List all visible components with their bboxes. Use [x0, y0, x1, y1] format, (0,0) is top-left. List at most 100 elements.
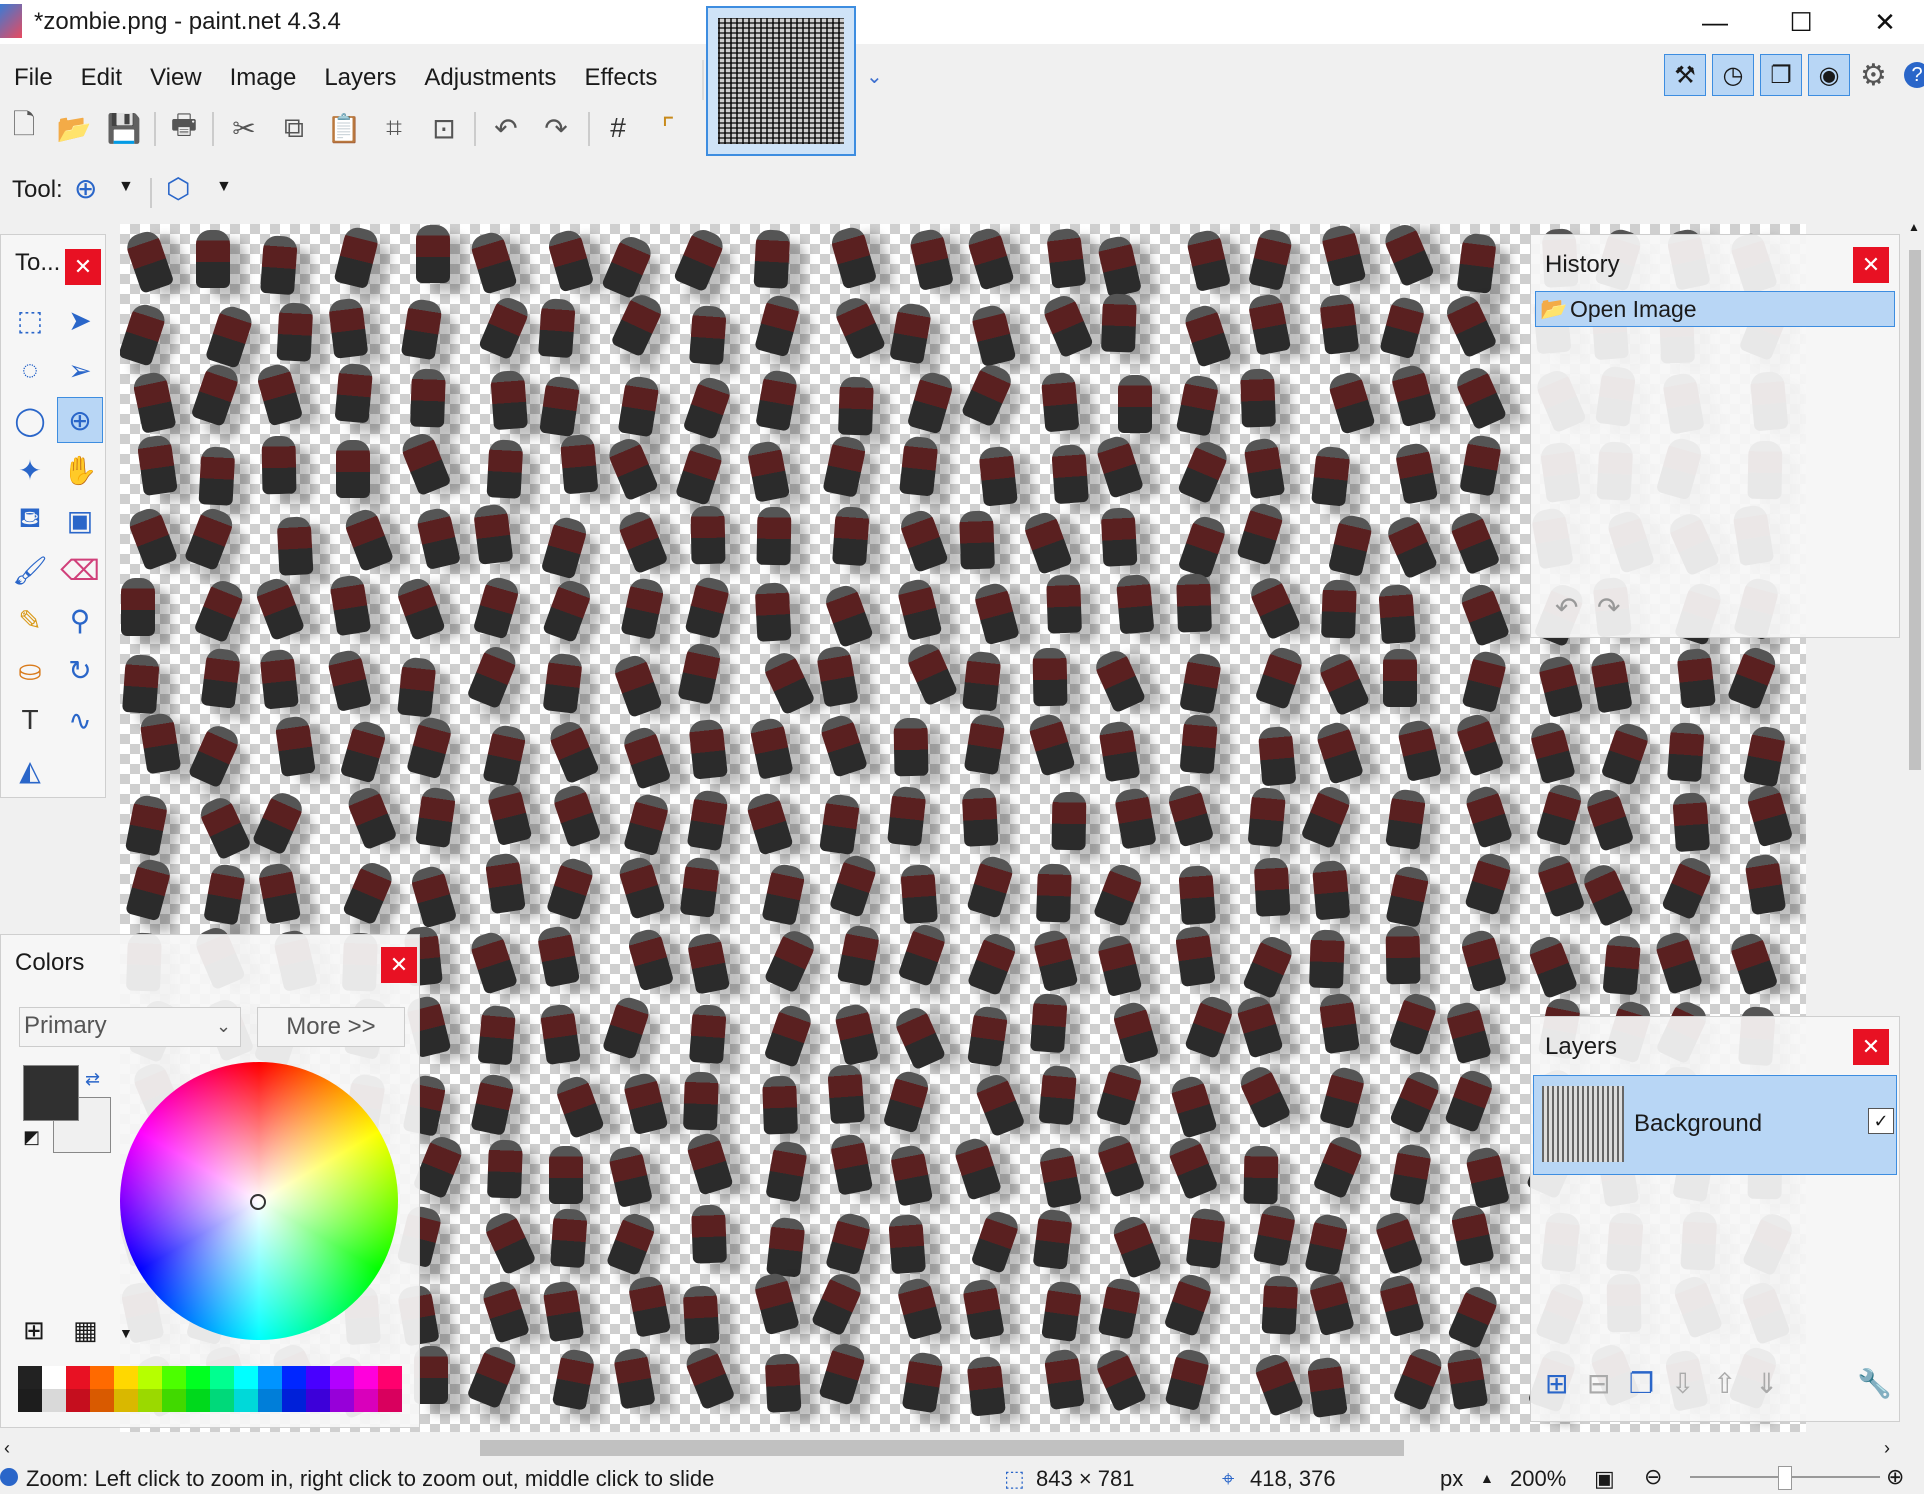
palette-swatch[interactable]	[138, 1389, 162, 1412]
add-color-to-palette-icon[interactable]: ⊞	[23, 1315, 45, 1346]
crop-icon[interactable]: ⌗	[374, 108, 414, 148]
palette-swatch[interactable]	[114, 1389, 138, 1412]
add-layer-icon[interactable]: ⊞	[1545, 1367, 1568, 1400]
merge-layer-down-icon[interactable]: ⇩	[1671, 1367, 1694, 1400]
ellipse-select-icon[interactable]: ◯	[7, 397, 53, 443]
units-select[interactable]: px	[1440, 1466, 1463, 1492]
eraser-icon[interactable]: ⌫	[57, 547, 103, 593]
zoom-level[interactable]: 200%	[1510, 1466, 1566, 1492]
zoom-to-window-icon[interactable]: ▣	[1594, 1466, 1615, 1492]
palette-swatch[interactable]	[354, 1366, 378, 1389]
history-toggle-clock-icon[interactable]: ◷	[1712, 54, 1754, 96]
palette-swatch[interactable]	[378, 1389, 402, 1412]
minimize-button[interactable]: —	[1676, 0, 1754, 44]
gradient-icon[interactable]: ▣	[57, 497, 103, 543]
menu-view[interactable]: View	[136, 58, 216, 98]
close-button[interactable]: ✕	[1846, 0, 1924, 44]
palette-swatch[interactable]	[378, 1366, 402, 1389]
settings-gear-icon[interactable]: ⚙	[1860, 58, 1887, 93]
tools-toggle-hammer-icon[interactable]: ⚒	[1664, 54, 1706, 96]
print-icon[interactable]: 🖶	[164, 108, 204, 148]
cut-icon[interactable]: ✂	[224, 108, 264, 148]
menu-file[interactable]: File	[0, 58, 67, 98]
palette-swatch[interactable]	[90, 1389, 114, 1412]
color-wheel-cursor[interactable]	[250, 1194, 266, 1210]
layers-toggle-icon[interactable]: ❐	[1760, 54, 1802, 96]
help-icon[interactable]: ?	[1904, 62, 1924, 88]
palette-swatch[interactable]	[66, 1366, 90, 1389]
copy-icon[interactable]: ⧉	[274, 108, 314, 148]
palette-swatch[interactable]	[234, 1389, 258, 1412]
palette-swatch[interactable]	[330, 1366, 354, 1389]
paste-icon[interactable]: 📋	[324, 108, 364, 148]
palette-swatch[interactable]	[234, 1366, 258, 1389]
history-redo-icon[interactable]: ↷	[1597, 591, 1620, 624]
palette-swatch[interactable]	[66, 1389, 90, 1412]
scroll-up-arrow-icon[interactable]: ▲	[1908, 220, 1922, 236]
selection-mode-dropdown-arrow-icon[interactable]: ▼	[216, 178, 232, 196]
layers-panel-close-button[interactable]: ✕	[1853, 1029, 1889, 1065]
palette-swatch[interactable]	[162, 1389, 186, 1412]
more-colors-button[interactable]: More >>	[257, 1007, 405, 1047]
magic-wand-icon[interactable]: ✦	[7, 447, 53, 493]
layer-visibility-checkbox[interactable]: ✓	[1868, 1108, 1894, 1134]
color-mode-select[interactable]: Primary ⌄	[19, 1007, 241, 1047]
clone-stamp-icon[interactable]: ⛀	[7, 647, 53, 693]
move-selection-icon[interactable]: ➢	[57, 347, 103, 393]
maximize-button[interactable]: ☐	[1762, 0, 1840, 44]
palette-swatch[interactable]	[42, 1366, 66, 1389]
palette-swatch[interactable]	[282, 1389, 306, 1412]
palette-swatch[interactable]	[258, 1389, 282, 1412]
reset-colors-icon[interactable]: ◩	[23, 1127, 40, 1148]
menu-layers[interactable]: Layers	[310, 58, 410, 98]
delete-layer-icon[interactable]: ⊟	[1587, 1367, 1610, 1400]
units-dropdown-icon[interactable]: ▲	[1480, 1470, 1494, 1486]
grid-icon[interactable]: #	[598, 108, 638, 148]
palette-swatch[interactable]	[90, 1366, 114, 1389]
move-layer-down-icon[interactable]: ⇓	[1755, 1367, 1778, 1400]
layer-properties-wrench-icon[interactable]: 🔧	[1857, 1367, 1892, 1400]
color-picker-icon[interactable]: ⚲	[57, 597, 103, 643]
pencil-icon[interactable]: ✎	[7, 597, 53, 643]
zoom-in-icon[interactable]: ⊕	[1886, 1464, 1904, 1490]
palette-swatch[interactable]	[354, 1389, 378, 1412]
history-item[interactable]: 📂 Open Image	[1535, 291, 1895, 327]
shapes-icon[interactable]: ◭	[7, 747, 53, 793]
zoom-out-icon[interactable]: ⊖	[1644, 1464, 1662, 1490]
selection-mode-icon[interactable]: ⬡	[166, 172, 190, 205]
scroll-left-arrow-icon[interactable]: ‹	[4, 1438, 10, 1459]
scroll-right-arrow-icon[interactable]: ›	[1884, 1438, 1890, 1459]
menu-edit[interactable]: Edit	[67, 58, 136, 98]
palette-menu-icon[interactable]: ▦	[73, 1315, 98, 1346]
vertical-scrollbar[interactable]: ▲	[1906, 220, 1924, 1432]
palette-swatch[interactable]	[162, 1366, 186, 1389]
horizontal-scrollbar[interactable]: ‹ ›	[0, 1432, 1924, 1464]
color-wheel[interactable]	[120, 1062, 398, 1340]
palette-swatch[interactable]	[114, 1366, 138, 1389]
layer-row[interactable]: Background ✓	[1533, 1075, 1897, 1175]
palette-swatch[interactable]	[18, 1389, 42, 1412]
pan-hand-icon[interactable]: ✋	[57, 447, 103, 493]
text-tool-icon[interactable]: T	[7, 697, 53, 743]
line-curve-icon[interactable]: ∿	[57, 697, 103, 743]
palette-swatch[interactable]	[18, 1366, 42, 1389]
deselect-icon[interactable]: ⊡	[424, 108, 464, 148]
recolor-icon[interactable]: ↻	[57, 647, 103, 693]
menu-adjustments[interactable]: Adjustments	[410, 58, 570, 98]
horizontal-scroll-thumb[interactable]	[480, 1440, 1404, 1456]
history-undo-icon[interactable]: ↶	[1555, 591, 1578, 624]
palette-swatch[interactable]	[210, 1389, 234, 1412]
save-icon[interactable]: 💾	[104, 108, 144, 148]
palette-swatch[interactable]	[138, 1366, 162, 1389]
history-panel-close-button[interactable]: ✕	[1853, 247, 1889, 283]
swap-colors-icon[interactable]: ⇄	[85, 1069, 100, 1090]
move-layer-up-icon[interactable]: ⇧	[1713, 1367, 1736, 1400]
tools-panel-close-button[interactable]: ✕	[65, 249, 101, 285]
open-folder-icon[interactable]: 📂	[54, 108, 94, 148]
colors-toggle-icon[interactable]: ◉	[1808, 54, 1850, 96]
palette-swatch[interactable]	[210, 1366, 234, 1389]
primary-color-swatch[interactable]	[23, 1065, 79, 1121]
menu-image[interactable]: Image	[216, 58, 311, 98]
palette-swatch[interactable]	[186, 1389, 210, 1412]
document-thumbnail[interactable]	[706, 6, 856, 156]
